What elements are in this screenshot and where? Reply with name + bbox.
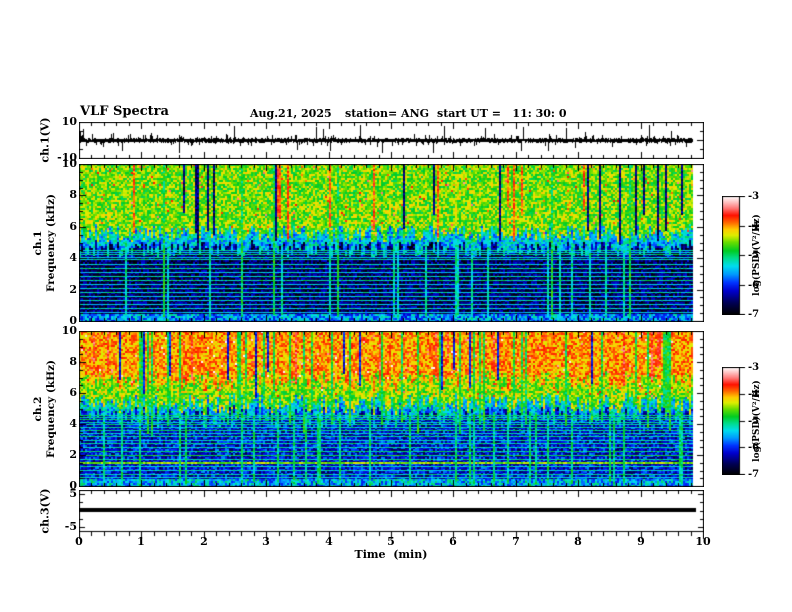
figure-title: VLF Spectra (80, 104, 169, 119)
ch1-spectrogram-panel (79, 164, 704, 322)
station-label: station= ANG (345, 107, 430, 120)
panel3-ytick-label: 6 (69, 386, 77, 399)
colorbar-ch1-tick-label: -7 (748, 309, 760, 320)
ch2-freq-axis-label-line1: ch.2 (32, 396, 44, 422)
ch1-freq-axis-label-line1: ch.1 (32, 230, 44, 256)
colorbar-ch1-tick-label: -4 (748, 221, 760, 232)
time-tick-label: 10 (695, 535, 711, 548)
ch1-waveform-panel (79, 122, 704, 159)
ch3-waveform-panel (79, 490, 704, 540)
time-tick-label: 1 (137, 535, 145, 548)
panel2-ytick-label: 2 (69, 283, 77, 296)
vlf-spectra-figure: VLF Spectra Aug.21, 2025 station= ANG st… (0, 0, 792, 612)
time-tick-label: 0 (75, 535, 83, 548)
time-tick-label: 3 (262, 535, 270, 548)
ch2-freq-axis-label-line2: Frequency (kHz) (45, 359, 57, 459)
time-tick-label: 9 (637, 535, 645, 548)
colorbar-ch1-tick-label: -3 (748, 191, 760, 202)
panel2-ytick-label: 8 (69, 188, 77, 201)
ch1-freq-axis-label-line2: Frequency (kHz) (45, 193, 57, 293)
ch1-freq-axis-label: ch.1 Frequency (kHz) (32, 194, 58, 292)
panel3-ytick-label: 8 (69, 355, 77, 368)
colorbar-ch1 (722, 196, 746, 315)
panel2-ytick-label: 4 (69, 251, 77, 264)
time-tick-label: 6 (449, 535, 457, 548)
panel2-ytick-label: 6 (69, 220, 77, 233)
colorbar-ch2-tick-label: -6 (748, 442, 760, 453)
panel3-ytick-label: 2 (69, 448, 77, 461)
colorbar-ch1-tick-label: -5 (748, 250, 760, 261)
colorbar-ch2-tick-label: -7 (748, 469, 760, 480)
ch2-spectrogram-panel (79, 331, 704, 487)
panel4-ytick-label: 5 (69, 487, 77, 500)
colorbar-ch2-tick-label: -4 (748, 389, 760, 400)
time-tick-label: 7 (512, 535, 520, 548)
time-axis-label: Time (min) (354, 548, 428, 561)
colorbar-ch2 (722, 367, 746, 475)
colorbar-ch2-tick-label: -3 (748, 362, 760, 373)
panel1-ytick-label: 10 (61, 115, 77, 128)
panel2-ytick-label: 10 (61, 157, 77, 170)
time-tick-label: 8 (574, 535, 582, 548)
figure-date: Aug.21, 2025 (250, 107, 332, 120)
colorbar-ch1-tick-label: -6 (748, 280, 760, 291)
time-tick-label: 5 (387, 535, 395, 548)
colorbar-ch2-tick-label: -5 (748, 416, 760, 427)
panel4-ytick-label: -5 (64, 520, 77, 533)
ch2-freq-axis-label: ch.2 Frequency (kHz) (32, 360, 58, 458)
time-tick-label: 2 (200, 535, 208, 548)
time-tick-label: 4 (325, 535, 333, 548)
panel3-ytick-label: 4 (69, 417, 77, 430)
start-ut-label: start UT = 11: 30: 0 (437, 107, 567, 120)
panel3-ytick-label: 10 (61, 324, 77, 337)
